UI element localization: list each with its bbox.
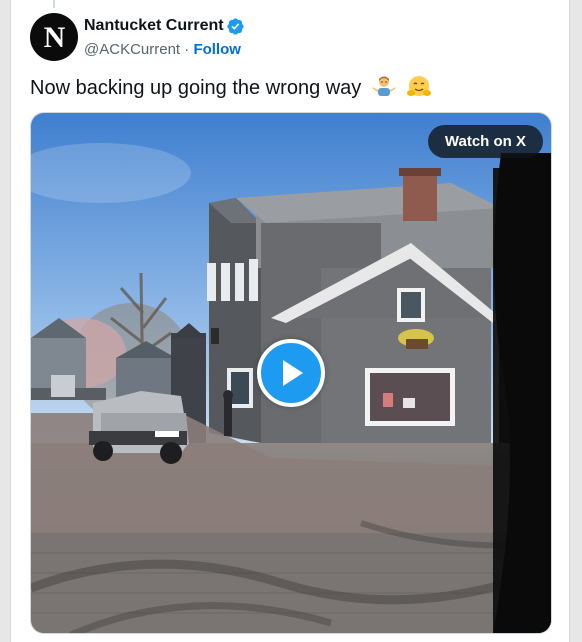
handle-separator: · <box>184 41 190 58</box>
hugging-face-emoji-icon <box>407 76 432 96</box>
thread-connector-line <box>53 0 55 8</box>
post-text: Now backing up going the wrong way <box>30 75 432 100</box>
watch-on-x-button[interactable]: Watch on X <box>427 125 543 158</box>
play-button[interactable] <box>257 339 325 407</box>
follow-link[interactable]: Follow <box>193 41 241 58</box>
author-handle[interactable]: @ACKCurrent <box>84 41 180 58</box>
embedded-post-card[interactable]: N Nantucket Current @ACKCurrent · Follow… <box>10 0 570 642</box>
man-shrugging-emoji-icon <box>371 76 396 96</box>
author-display-name[interactable]: Nantucket Current <box>84 17 224 35</box>
video-player[interactable]: Watch on X <box>30 112 552 634</box>
verified-badge-icon <box>227 18 244 35</box>
avatar[interactable]: N <box>30 13 78 61</box>
post-text-body: Now backing up going the wrong way <box>30 77 362 99</box>
author-handle-row: @ACKCurrent · Follow <box>84 41 241 58</box>
avatar-logo-letter: N <box>43 21 66 54</box>
play-icon <box>283 360 303 386</box>
